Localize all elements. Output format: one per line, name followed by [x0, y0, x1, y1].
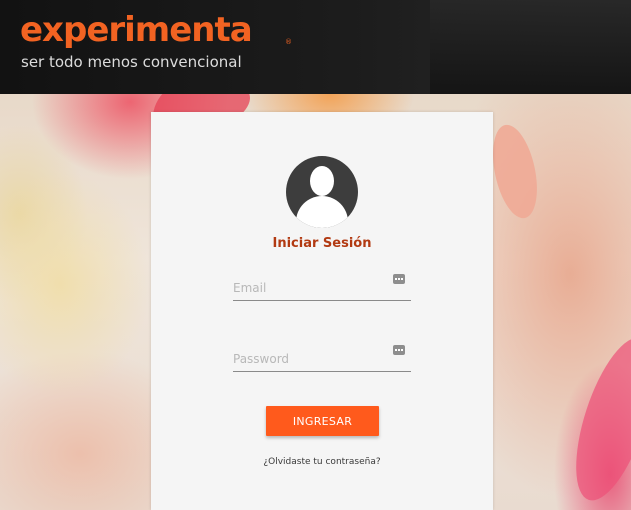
avatar-head: [310, 166, 334, 196]
header-image-panel: [430, 0, 631, 94]
forgot-password-link[interactable]: ¿Olvidaste tu contraseña?: [151, 457, 493, 467]
password-input[interactable]: [233, 349, 383, 369]
header-bar: experimenta ® ser todo menos convenciona…: [0, 0, 631, 94]
password-manager-icon[interactable]: [393, 345, 405, 355]
email-input[interactable]: [233, 278, 383, 298]
password-manager-icon[interactable]: [393, 274, 405, 284]
registered-mark: ®: [285, 38, 292, 46]
user-avatar-icon: [286, 156, 358, 228]
password-field: [233, 345, 411, 372]
login-submit-button[interactable]: INGRESAR: [266, 406, 379, 436]
email-field: [233, 274, 411, 301]
flower-petal: [485, 120, 545, 223]
avatar-body: [296, 196, 348, 228]
flower-petal: [560, 328, 631, 510]
brand-tagline: ser todo menos convencional: [21, 53, 242, 71]
login-card: Iniciar Sesión INGRESAR ¿Olvidaste tu co…: [151, 112, 493, 510]
login-title: Iniciar Sesión: [272, 236, 372, 251]
brand-logo[interactable]: experimenta: [20, 10, 253, 50]
